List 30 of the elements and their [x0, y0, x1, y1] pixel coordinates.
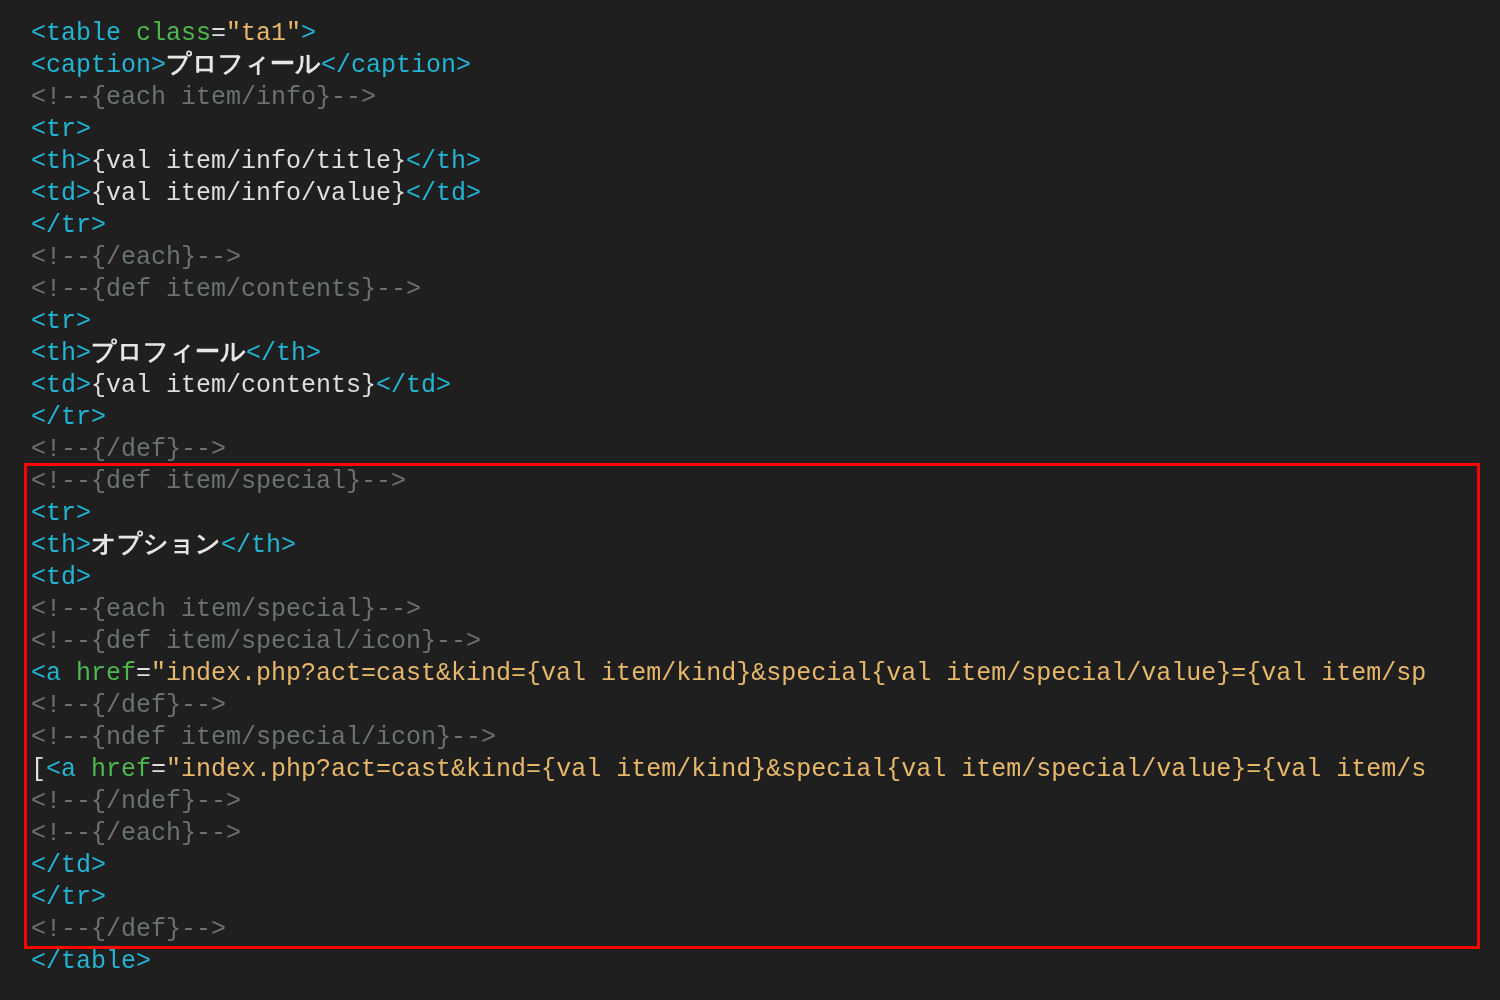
- code-line: <tr>: [31, 498, 91, 530]
- code-line: </table>: [31, 946, 152, 978]
- code-line: </tr>: [31, 402, 106, 434]
- code-line: <!--{/def}-->: [31, 690, 227, 722]
- code-line: <caption>プロフィール</caption>: [31, 50, 472, 82]
- code-line: <!--{/def}-->: [31, 914, 227, 946]
- code-line: <!--{each item/info}-->: [31, 82, 377, 114]
- code-line: <!--{/ndef}-->: [31, 786, 242, 818]
- code-line: <tr>: [31, 114, 91, 146]
- code-line: <td>{val item/contents}</td>: [31, 370, 452, 402]
- code-line: <!--{def item/contents}-->: [31, 274, 422, 306]
- code-line: <th>プロフィール</th>: [31, 338, 322, 370]
- code-line: <td>{val item/info/value}</td>: [31, 178, 482, 210]
- code-line: <a href="index.php?act=cast&kind={val item/kind}&special{val item/special/value}={val item/sp: [31, 658, 1427, 690]
- code-line: [<a href="index.php?act=cast&kind={val item/kind}&special{val item/special/value}={val item/s: [31, 754, 1427, 786]
- code-line: <!--{def item/special}-->: [31, 466, 407, 498]
- code-line: <!--{/each}-->: [31, 242, 242, 274]
- code-line: </td>: [31, 850, 106, 882]
- code-line: </tr>: [31, 210, 106, 242]
- code-line: <!--{def item/special/icon}-->: [31, 626, 482, 658]
- code-line: <table class="ta1">: [31, 18, 317, 50]
- code-line: <!--{each item/special}-->: [31, 594, 422, 626]
- code-line: </tr>: [31, 882, 106, 914]
- code-line: <tr>: [31, 306, 91, 338]
- code-line: <!--{ndef item/special/icon}-->: [31, 722, 497, 754]
- code-line: <th>{val item/info/title}</th>: [31, 146, 482, 178]
- code-line: <th>オプション</th>: [31, 530, 297, 562]
- code-line: <!--{/each}-->: [31, 818, 242, 850]
- code-line: <td>: [31, 562, 91, 594]
- code-line: <!--{/def}-->: [31, 434, 227, 466]
